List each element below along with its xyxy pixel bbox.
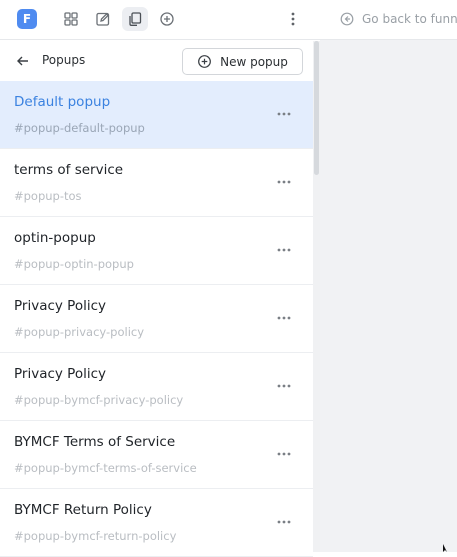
popup-id: #popup-default-popup — [14, 121, 145, 135]
top-toolbar: F Go back to funnel — [0, 0, 457, 40]
vertical-dots-icon[interactable] — [284, 9, 302, 29]
more-options-icon[interactable] — [274, 311, 294, 325]
edit-icon[interactable] — [90, 7, 116, 31]
popup-list-item[interactable]: optin-popup #popup-optin-popup — [0, 217, 313, 285]
popup-name: BYMCF Return Policy — [14, 502, 152, 518]
new-popup-button[interactable]: New popup — [182, 48, 303, 75]
popup-name: terms of service — [14, 162, 124, 178]
back-arrow-icon[interactable] — [15, 53, 31, 69]
popup-list-item[interactable]: terms of service #popup-tos — [0, 149, 313, 217]
panel-title: Popups — [42, 53, 86, 67]
popup-list-item[interactable]: Privacy Policy #popup-privacy-policy — [0, 285, 313, 353]
popup-name: Privacy Policy — [14, 366, 107, 382]
app-logo[interactable]: F — [17, 9, 37, 29]
popup-id: #popup-bymcf-terms-of-service — [14, 461, 197, 475]
grid-icon[interactable] — [58, 7, 84, 31]
popup-list-item[interactable]: Privacy Policy #popup-bymcf-privacy-polic… — [0, 353, 313, 421]
popup-id: #popup-privacy-policy — [14, 325, 145, 339]
popup-list-item[interactable]: BYMCF Return Policy #popup-bymcf-return-p… — [0, 489, 313, 557]
popup-list-item[interactable]: BYMCF Terms of Service #popup-bymcf-terms… — [0, 421, 313, 489]
more-options-icon[interactable] — [274, 243, 294, 257]
popup-name: BYMCF Terms of Service — [14, 434, 176, 450]
preview-canvas[interactable] — [320, 40, 457, 552]
new-popup-label: New popup — [220, 54, 288, 69]
add-circle-icon[interactable] — [154, 7, 180, 31]
popup-id: #popup-tos — [14, 189, 82, 203]
popup-id: #popup-optin-popup — [14, 257, 134, 271]
panel-header: Popups New popup — [0, 40, 313, 81]
plus-circle-icon — [198, 55, 212, 68]
popup-name: optin-popup — [14, 230, 96, 246]
scrollbar[interactable] — [313, 41, 320, 552]
scrollbar-thumb[interactable] — [314, 41, 319, 175]
more-options-icon[interactable] — [274, 379, 294, 393]
popups-panel: Popups New popup Default popup #popup-def… — [0, 40, 313, 557]
popup-name: Privacy Policy — [14, 298, 107, 314]
more-options-icon[interactable] — [274, 515, 294, 529]
popup-id: #popup-bymcf-privacy-policy — [14, 393, 184, 407]
copy-icon[interactable] — [122, 7, 148, 31]
go-back-to-funnel-link[interactable]: Go back to funnel — [340, 10, 457, 28]
popup-list-item[interactable]: Default popup #popup-default-popup — [0, 81, 313, 149]
popup-name: Default popup — [14, 94, 111, 110]
arrow-left-circle-icon — [340, 12, 354, 26]
popup-list: Default popup #popup-default-popup terms o… — [0, 81, 313, 557]
popup-id: #popup-bymcf-return-policy — [14, 529, 177, 543]
more-options-icon[interactable] — [274, 175, 294, 189]
cursor-icon — [443, 544, 447, 552]
more-options-icon[interactable] — [274, 447, 294, 461]
go-back-label: Go back to funnel — [362, 12, 457, 26]
more-options-icon[interactable] — [274, 107, 294, 121]
